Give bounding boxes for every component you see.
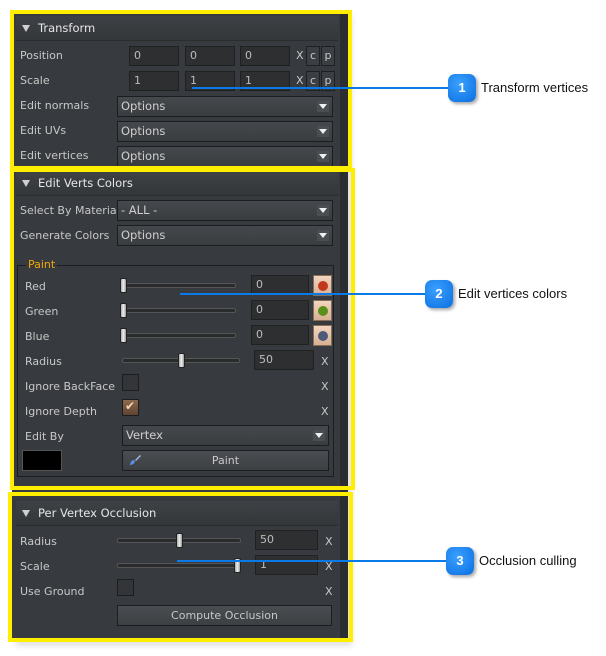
occlusion-scale-label: Scale bbox=[20, 560, 50, 573]
chevron-down-icon bbox=[317, 205, 329, 216]
paint-radius-label: Radius bbox=[25, 355, 62, 368]
callout-text-1: Transform vertices bbox=[481, 80, 589, 95]
ignore-backface-checkbox[interactable] bbox=[122, 374, 139, 391]
occlusion-scale-input[interactable]: 1 bbox=[255, 555, 318, 575]
paint-radius-slider-thumb[interactable] bbox=[177, 353, 185, 368]
chevron-down-icon bbox=[313, 430, 325, 441]
dropdown-value: Vertex bbox=[126, 428, 163, 442]
select-by-material-dropdown[interactable]: - ALL - bbox=[117, 200, 333, 221]
current-color-swatch[interactable] bbox=[22, 450, 62, 471]
chevron-down-icon bbox=[317, 230, 329, 241]
ignore-backface-reset-button[interactable]: X bbox=[321, 379, 329, 395]
scale-label: Scale bbox=[20, 74, 50, 87]
chevron-down-icon bbox=[317, 151, 329, 162]
position-x-input[interactable]: 0 bbox=[129, 46, 179, 66]
blue-dot-icon bbox=[318, 331, 328, 341]
edit-uvs-dropdown[interactable]: Options bbox=[117, 121, 333, 142]
red-value-input[interactable]: 0 bbox=[251, 275, 309, 295]
use-ground-label: Use Ground bbox=[20, 585, 85, 598]
callout-badge-1: 1 bbox=[448, 74, 476, 102]
ignore-depth-reset-button[interactable]: X bbox=[321, 404, 329, 420]
select-by-material-label: Select By Material bbox=[20, 204, 120, 217]
ignore-depth-checkbox[interactable] bbox=[122, 399, 139, 416]
occlusion-radius-label: Radius bbox=[20, 535, 57, 548]
blue-label: Blue bbox=[25, 330, 50, 343]
edit-normals-dropdown[interactable]: Options bbox=[117, 96, 333, 117]
chevron-down-icon bbox=[317, 126, 329, 137]
scale-x-input[interactable]: 1 bbox=[129, 71, 179, 91]
callout-text-3: Occlusion culling bbox=[479, 553, 577, 568]
section-header-edit-verts-colors[interactable]: Edit Verts Colors bbox=[16, 171, 338, 196]
occlusion-scale-slider-track[interactable] bbox=[117, 563, 241, 568]
edit-vertices-dropdown[interactable]: Options bbox=[117, 146, 333, 167]
collapse-triangle-icon bbox=[22, 25, 30, 32]
dropdown-value: Options bbox=[121, 149, 166, 163]
red-dot-icon bbox=[318, 281, 328, 291]
section-title: Transform bbox=[38, 21, 96, 35]
section-header-per-vertex-occlusion[interactable]: Per Vertex Occlusion bbox=[16, 501, 338, 526]
dropdown-value: - ALL - bbox=[121, 203, 158, 217]
edit-by-dropdown[interactable]: Vertex bbox=[122, 425, 329, 446]
position-y-input[interactable]: 0 bbox=[185, 46, 235, 66]
callout-line-1 bbox=[192, 87, 454, 89]
dropdown-value: Options bbox=[121, 228, 166, 242]
position-paste-button[interactable]: p bbox=[321, 46, 335, 66]
use-ground-checkbox[interactable] bbox=[117, 579, 134, 596]
blue-slider-track[interactable] bbox=[120, 333, 236, 338]
paint-radius-reset-button[interactable]: X bbox=[321, 354, 329, 370]
generate-colors-label: Generate Colors bbox=[20, 229, 110, 242]
green-label: Green bbox=[25, 305, 59, 318]
green-slider-track[interactable] bbox=[120, 308, 236, 313]
paint-button-label: Paint bbox=[211, 454, 240, 467]
position-z-input[interactable]: 0 bbox=[240, 46, 290, 66]
green-slider-thumb[interactable] bbox=[120, 303, 127, 318]
green-value-input[interactable]: 0 bbox=[251, 300, 309, 320]
occlusion-radius-input[interactable]: 50 bbox=[255, 530, 318, 550]
callout-line-2 bbox=[180, 293, 430, 295]
blue-slider-thumb[interactable] bbox=[120, 328, 127, 343]
red-slider-track[interactable] bbox=[120, 283, 236, 288]
red-slider-thumb[interactable] bbox=[120, 278, 127, 293]
occlusion-radius-slider-thumb[interactable] bbox=[175, 533, 183, 548]
dropdown-value: Options bbox=[121, 124, 166, 138]
section-title: Per Vertex Occlusion bbox=[38, 506, 157, 520]
blue-color-button[interactable] bbox=[313, 325, 332, 346]
position-label: Position bbox=[20, 49, 63, 62]
section-header-transform[interactable]: Transform bbox=[16, 16, 338, 41]
dropdown-value: Options bbox=[121, 99, 166, 113]
edit-normals-label: Edit normals bbox=[20, 99, 90, 112]
chevron-down-icon bbox=[317, 101, 329, 112]
blue-value-input[interactable]: 0 bbox=[251, 325, 309, 345]
edit-vertices-label: Edit vertices bbox=[20, 149, 89, 162]
callout-text-2: Edit vertices colors bbox=[458, 286, 568, 301]
collapse-triangle-icon bbox=[22, 180, 30, 187]
section-title: Edit Verts Colors bbox=[38, 176, 133, 190]
paintbrush-icon bbox=[130, 455, 141, 465]
red-label: Red bbox=[25, 280, 46, 293]
paint-group-title: Paint bbox=[26, 258, 58, 272]
callout-line-3 bbox=[177, 560, 452, 562]
collapse-triangle-icon bbox=[22, 510, 30, 517]
generate-colors-dropdown[interactable]: Options bbox=[117, 225, 333, 246]
edit-by-label: Edit By bbox=[25, 430, 64, 443]
callout-badge-2: 2 bbox=[425, 280, 453, 308]
occlusion-radius-reset-button[interactable]: X bbox=[325, 534, 333, 550]
green-dot-icon bbox=[318, 306, 328, 316]
callout-badge-3: 3 bbox=[446, 547, 474, 575]
paint-radius-input[interactable]: 50 bbox=[254, 350, 314, 370]
ignore-depth-label: Ignore Depth bbox=[25, 405, 97, 418]
position-copy-button[interactable]: c bbox=[306, 46, 320, 66]
position-reset-button[interactable]: X bbox=[296, 48, 304, 64]
use-ground-reset-button[interactable]: X bbox=[325, 584, 333, 600]
paint-button[interactable]: Paint bbox=[122, 450, 329, 471]
ignore-backface-label: Ignore BackFace bbox=[25, 380, 116, 393]
green-color-button[interactable] bbox=[313, 300, 332, 321]
compute-occlusion-button[interactable]: Compute Occlusion bbox=[117, 605, 332, 626]
edit-uvs-label: Edit UVs bbox=[20, 124, 67, 137]
